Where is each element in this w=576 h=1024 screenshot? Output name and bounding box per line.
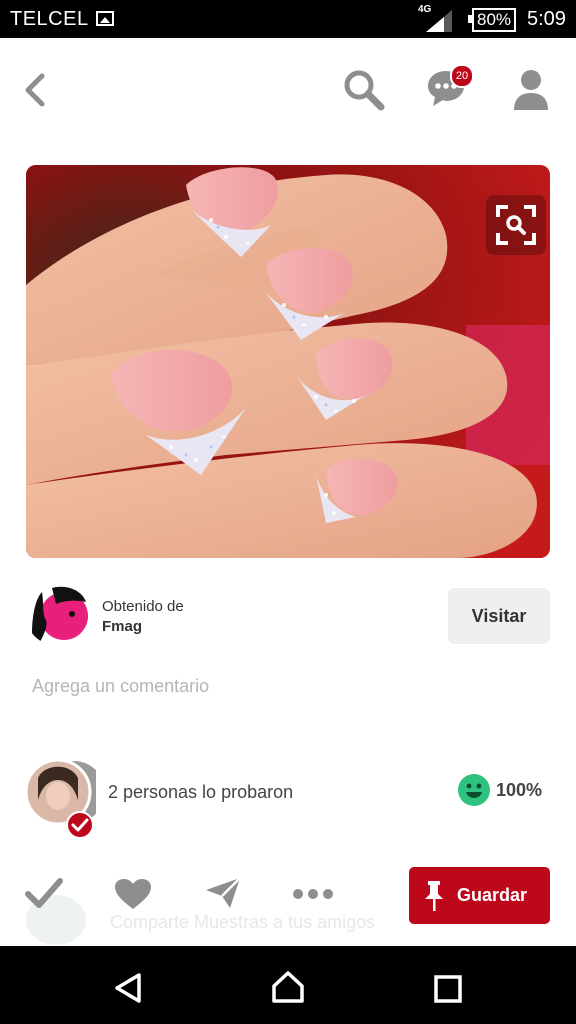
tried-avatar-group: G: [24, 758, 105, 839]
status-bar: TELCEL 4G 80% 5:09: [0, 0, 576, 38]
source-name[interactable]: Fmag: [102, 618, 142, 635]
save-button[interactable]: Guardar: [409, 867, 550, 924]
pin-icon: [425, 880, 443, 911]
tried-count-text[interactable]: 2 personas lo probaron: [108, 782, 293, 803]
source-avatar[interactable]: [26, 584, 90, 646]
signal-icon: [426, 10, 452, 32]
visual-search-icon[interactable]: [486, 195, 546, 255]
heart-icon[interactable]: [114, 878, 152, 910]
fmag-logo-image: [26, 584, 90, 646]
system-recents-icon[interactable]: [434, 975, 462, 1003]
system-home-icon[interactable]: [271, 970, 305, 1004]
visit-button[interactable]: Visitar: [448, 588, 550, 644]
back-arrow-icon[interactable]: [22, 72, 50, 108]
battery-level: 80%: [467, 8, 517, 32]
profile-icon[interactable]: [512, 68, 550, 110]
system-nav-bar: [0, 946, 576, 1024]
tried-check-icon[interactable]: [24, 876, 64, 910]
system-back-icon[interactable]: [113, 972, 143, 1004]
top-nav: 20: [0, 38, 576, 138]
image-notification-icon: [96, 11, 114, 26]
save-label: Guardar: [457, 885, 528, 905]
send-icon[interactable]: [204, 876, 242, 910]
pin-image[interactable]: [26, 165, 550, 558]
comment-input[interactable]: Agrega un comentario: [32, 676, 209, 697]
carrier-name: TELCEL: [10, 8, 89, 30]
more-options-icon[interactable]: [292, 888, 334, 900]
smile-icon: [458, 774, 490, 806]
clock: 5:09: [527, 8, 566, 30]
satisfaction-percent: 100%: [496, 780, 543, 800]
tried-avatars[interactable]: G: [24, 758, 105, 840]
notification-badge: 20: [450, 64, 474, 88]
search-icon[interactable]: [342, 68, 386, 112]
nails-photo: [26, 165, 550, 558]
source-label: Obtenido de: [102, 598, 184, 615]
